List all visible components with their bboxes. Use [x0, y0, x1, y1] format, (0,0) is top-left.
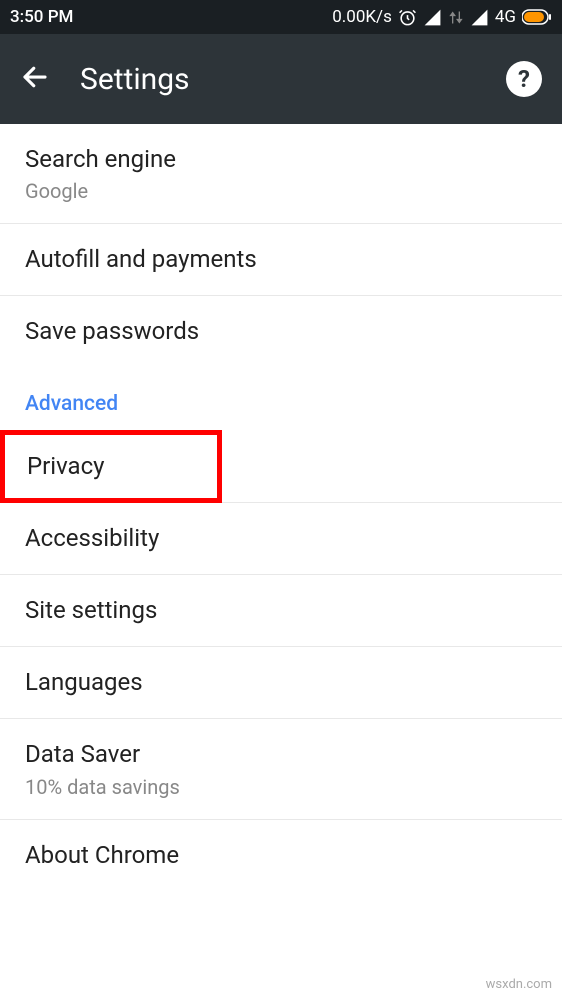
setting-title: Site settings: [25, 595, 537, 626]
setting-save-passwords[interactable]: Save passwords: [0, 296, 562, 367]
network-label: 4G: [495, 7, 516, 27]
back-arrow-icon[interactable]: [20, 62, 50, 96]
settings-list: Search engine Google Autofill and paymen…: [0, 124, 562, 891]
setting-privacy[interactable]: Privacy: [0, 430, 222, 503]
alarm-icon: [398, 8, 417, 27]
app-bar: Settings ?: [0, 34, 562, 124]
setting-subtitle: Google: [25, 179, 537, 203]
status-bar: 3:50 PM 0.00K/s 4G: [0, 0, 562, 34]
page-title: Settings: [80, 62, 476, 97]
setting-accessibility[interactable]: Accessibility: [0, 503, 562, 575]
setting-about-chrome[interactable]: About Chrome: [0, 820, 562, 891]
setting-languages[interactable]: Languages: [0, 647, 562, 719]
setting-autofill[interactable]: Autofill and payments: [0, 224, 562, 296]
section-header-advanced: Advanced: [0, 368, 562, 430]
status-indicators: 0.00K/s 4G: [332, 7, 552, 27]
watermark: wsxdn.com: [486, 977, 552, 992]
setting-title: About Chrome: [25, 840, 537, 871]
setting-site-settings[interactable]: Site settings: [0, 575, 562, 647]
data-transfer-icon: [448, 8, 464, 27]
setting-title: Privacy: [27, 451, 195, 482]
status-time: 3:50 PM: [10, 7, 73, 27]
setting-title: Data Saver: [25, 739, 537, 770]
setting-title: Languages: [25, 667, 537, 698]
setting-title: Accessibility: [25, 523, 537, 554]
setting-subtitle: 10% data savings: [25, 775, 537, 799]
help-icon[interactable]: ?: [506, 61, 542, 97]
setting-search-engine[interactable]: Search engine Google: [0, 124, 562, 224]
signal-icon-1: [423, 8, 442, 27]
setting-title: Search engine: [25, 144, 537, 175]
battery-icon: [522, 9, 552, 25]
setting-data-saver[interactable]: Data Saver 10% data savings: [0, 719, 562, 819]
signal-icon-2: [470, 8, 489, 27]
setting-privacy-row: Privacy: [0, 430, 562, 503]
setting-title: Autofill and payments: [25, 244, 537, 275]
setting-title: Save passwords: [25, 316, 537, 347]
data-rate: 0.00K/s: [332, 7, 392, 27]
